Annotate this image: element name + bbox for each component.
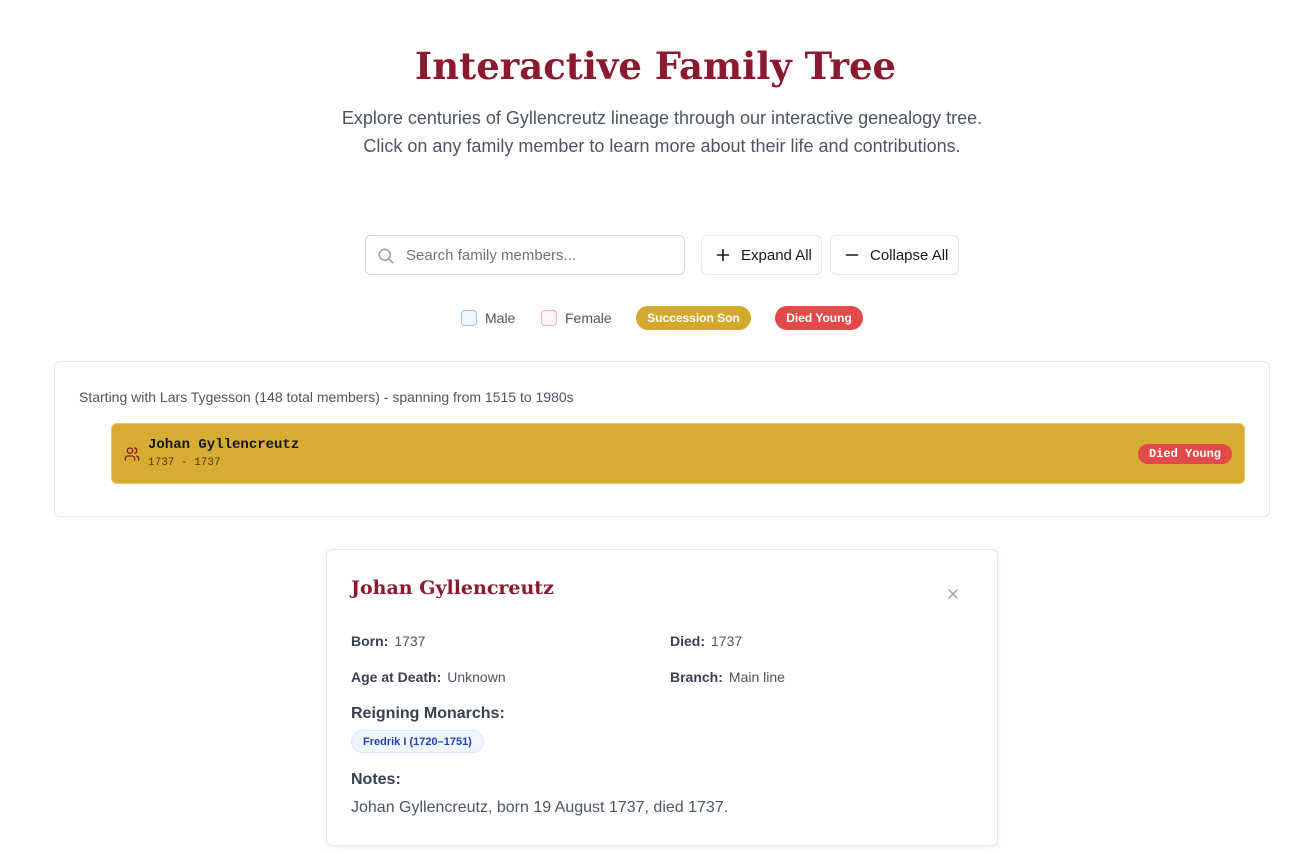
expand-all-label: Expand All bbox=[741, 246, 812, 264]
died-field: Died: 1737 bbox=[670, 633, 742, 649]
died-young-badge: Died Young bbox=[775, 306, 863, 330]
member-detail-card: Johan Gyllencreutz Born: 1737 Died: 1737 A… bbox=[326, 549, 998, 846]
female-swatch bbox=[541, 310, 557, 326]
toolbar: Expand All Collapse All bbox=[0, 235, 1311, 275]
legend-female-label: Female bbox=[565, 310, 612, 326]
male-swatch bbox=[461, 310, 477, 326]
monarchs-heading: Reigning Monarchs: bbox=[351, 705, 505, 722]
close-icon[interactable] bbox=[945, 586, 961, 602]
succession-son-badge: Succession Son bbox=[636, 306, 751, 330]
monarch-tag: Fredrik I (1720–1751) bbox=[351, 730, 484, 753]
born-label: Born: bbox=[351, 633, 389, 649]
born-value: 1737 bbox=[394, 633, 426, 649]
died-label: Died: bbox=[670, 633, 705, 649]
family-tree-panel: Starting with Lars Tygesson (148 total m… bbox=[54, 361, 1270, 517]
member-name: Johan Gyllencreutz bbox=[148, 437, 300, 453]
minus-icon bbox=[845, 254, 859, 256]
legend-male-label: Male bbox=[485, 310, 516, 326]
plus-icon bbox=[716, 248, 730, 262]
legend: Male Female Succession Son Died Young bbox=[0, 306, 1311, 332]
detail-member-name: Johan Gyllencreutz bbox=[351, 577, 554, 599]
collapse-all-button[interactable]: Collapse All bbox=[830, 235, 959, 275]
age-value: Unknown bbox=[447, 669, 506, 685]
branch-label: Branch: bbox=[670, 669, 723, 685]
notes-text: Johan Gyllencreutz, born 19 August 1737,… bbox=[351, 799, 729, 816]
tree-member-row[interactable]: Johan Gyllencreutz 1737 - 1737 Died Youn… bbox=[111, 423, 1245, 484]
member-dates: 1737 - 1737 bbox=[148, 457, 221, 469]
age-label: Age at Death: bbox=[351, 669, 442, 685]
age-field: Age at Death: Unknown bbox=[351, 669, 506, 685]
died-value: 1737 bbox=[711, 633, 743, 649]
tree-summary: Starting with Lars Tygesson (148 total m… bbox=[79, 389, 574, 405]
expand-all-button[interactable]: Expand All bbox=[701, 235, 822, 275]
page-title: Interactive Family Tree bbox=[414, 44, 897, 88]
member-status-badge: Died Young bbox=[1138, 444, 1232, 464]
notes-heading: Notes: bbox=[351, 771, 401, 788]
born-field: Born: 1737 bbox=[351, 633, 425, 649]
search-box[interactable] bbox=[365, 235, 685, 275]
search-input[interactable] bbox=[406, 242, 676, 268]
search-icon bbox=[378, 248, 394, 264]
page-subtitle: Explore centuries of Gyllencreutz lineag… bbox=[341, 108, 983, 156]
branch-value: Main line bbox=[728, 669, 785, 685]
collapse-all-label: Collapse All bbox=[870, 246, 949, 264]
branch-field: Branch: Main line bbox=[670, 669, 785, 685]
users-icon bbox=[124, 447, 140, 461]
